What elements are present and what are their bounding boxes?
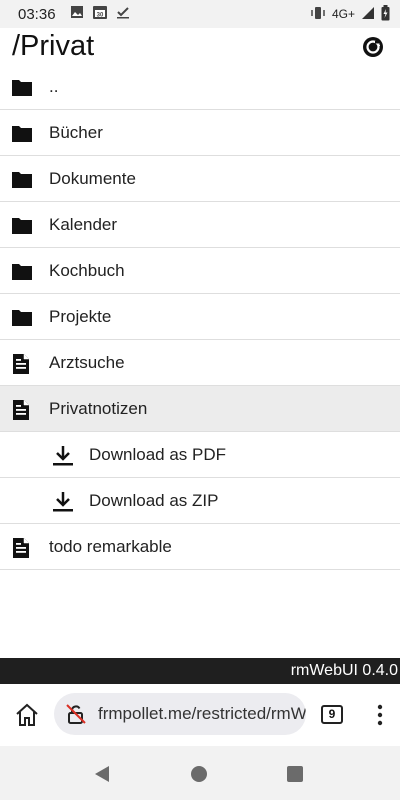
- page-title: /Privat: [12, 30, 95, 62]
- calendar-icon: 30: [92, 4, 108, 24]
- folder-list-item[interactable]: ..: [0, 64, 400, 110]
- address-bar[interactable]: frmpollet.me/restricted/rmWebUI: [54, 693, 306, 735]
- tab-switcher-button[interactable]: 9: [321, 705, 343, 724]
- download-icon: [52, 491, 74, 512]
- document-list-item[interactable]: Arztsuche: [0, 340, 400, 386]
- version-label: rmWebUI 0.4.0: [290, 662, 398, 679]
- download-icon: [52, 445, 74, 466]
- folder-icon: [11, 123, 33, 143]
- refresh-icon[interactable]: [362, 36, 384, 58]
- folder-list-item[interactable]: Bücher: [0, 110, 400, 156]
- download-option[interactable]: Download as ZIP: [0, 478, 400, 524]
- item-label: Download as ZIP: [89, 490, 219, 510]
- home-icon[interactable]: [14, 703, 40, 727]
- folder-icon: [11, 307, 33, 327]
- document-list-item[interactable]: todo remarkable: [0, 524, 400, 570]
- url-text: frmpollet.me/restricted/rmWebUI: [98, 704, 306, 723]
- battery-icon: [381, 4, 390, 24]
- item-label: ..: [49, 76, 59, 96]
- item-label: Projekte: [49, 306, 112, 326]
- item-label: Download as PDF: [89, 444, 227, 464]
- status-bar: 03:36 30 4G+: [0, 0, 400, 28]
- folder-icon: [11, 261, 33, 281]
- download-option[interactable]: Download as PDF: [0, 432, 400, 478]
- folder-icon: [11, 215, 33, 235]
- document-icon: [11, 399, 33, 420]
- more-menu-icon[interactable]: [372, 702, 388, 728]
- folder-list-item[interactable]: Dokumente: [0, 156, 400, 202]
- item-label: todo remarkable: [49, 536, 172, 556]
- back-icon[interactable]: [94, 765, 110, 788]
- folder-icon: [11, 169, 33, 189]
- document-icon: [11, 353, 33, 374]
- item-label: Arztsuche: [49, 352, 125, 372]
- folder-list-item[interactable]: Projekte: [0, 294, 400, 340]
- browser-toolbar: frmpollet.me/restricted/rmWebUI 9: [0, 684, 400, 746]
- folder-icon: [11, 77, 33, 97]
- folder-list-item[interactable]: Kochbuch: [0, 248, 400, 294]
- check-icon: [116, 5, 130, 23]
- item-label: Dokumente: [49, 168, 136, 188]
- calendar-day: 30: [96, 13, 103, 19]
- item-label: Privatnotizen: [49, 398, 148, 418]
- footer-bar: rmWebUI 0.4.0: [0, 658, 400, 684]
- folder-list-item[interactable]: Kalender: [0, 202, 400, 248]
- item-label: Kalender: [49, 214, 118, 234]
- item-label: Bücher: [49, 122, 103, 142]
- file-list: .. Bücher Dokumente Kalender Kochbuch Projekt…: [0, 64, 400, 570]
- recents-icon[interactable]: [287, 766, 303, 782]
- network-label: 4G+: [331, 7, 355, 21]
- nav-home-icon[interactable]: [191, 766, 207, 782]
- page-header: /Privat: [0, 28, 400, 64]
- system-nav-bar: [0, 746, 400, 800]
- signal-icon: [361, 6, 375, 23]
- document-list-item[interactable]: Privatnotizen: [0, 386, 400, 432]
- status-right: 4G+: [310, 4, 390, 24]
- status-time: 03:36: [18, 5, 56, 23]
- item-label: Kochbuch: [49, 260, 125, 280]
- document-icon: [11, 537, 33, 558]
- image-icon: [70, 5, 84, 23]
- insecure-lock-icon: [66, 704, 86, 724]
- vibrate-icon: [310, 6, 326, 23]
